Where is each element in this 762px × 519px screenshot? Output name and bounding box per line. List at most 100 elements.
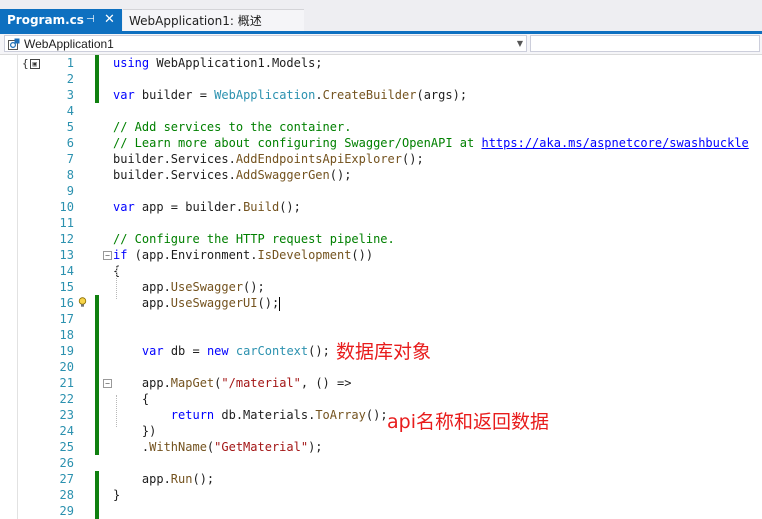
change-marker — [95, 407, 99, 423]
code-line[interactable]: 25 .WithName("GetMaterial"); — [0, 439, 762, 455]
line-number: 18 — [59, 328, 74, 342]
change-marker — [95, 295, 99, 311]
code-text: if (app.Environment.IsDevelopment()) — [113, 248, 374, 262]
code-line[interactable]: 11 — [0, 215, 762, 231]
code-line[interactable]: 7 builder.Services.AddEndpointsApiExplore… — [0, 151, 762, 167]
tab-label: WebApplication1: 概述 — [129, 14, 262, 28]
tab-overview[interactable]: WebApplication1: 概述 — [123, 9, 304, 32]
code-line[interactable]: 17 — [0, 311, 762, 327]
code-line[interactable]: 12 // Configure the HTTP request pipeline… — [0, 231, 762, 247]
project-name: WebApplication1 — [24, 37, 114, 51]
line-number: 10 — [59, 200, 74, 214]
change-marker — [95, 327, 99, 343]
code-text: app.UseSwagger(); — [113, 280, 265, 294]
line-number: 3 — [66, 88, 74, 102]
code-text: var db = new carContext(); — [141, 344, 330, 358]
code-text: builder.Services.AddEndpointsApiExplorer… — [113, 152, 424, 166]
code-line[interactable]: 16 app.UseSwaggerUI(); — [0, 295, 762, 311]
line-number: 23 — [59, 408, 74, 422]
line-number: 21 — [59, 376, 74, 390]
code-text: var app = builder.Build(); — [113, 200, 301, 214]
code-line[interactable]: 9 — [0, 183, 762, 199]
indent-guide — [116, 267, 118, 299]
lightbulb-icon[interactable] — [78, 297, 87, 308]
code-text: return db.Materials.ToArray(); — [170, 408, 388, 422]
document-tab-strip: Program.cs ⊣ ✕ WebApplication1: 概述 — [0, 0, 762, 34]
annotation-db-object: 数据库对象 — [336, 341, 432, 363]
change-marker — [95, 55, 99, 71]
code-line[interactable]: 13 − if (app.Environment.IsDevelopment()) — [0, 247, 762, 263]
code-editor[interactable]: {▣ 1 using WebApplication1.Models; 2 3 var b… — [0, 55, 762, 519]
code-line[interactable]: 24 }) — [0, 423, 762, 439]
code-line[interactable]: 5 // Add services to the container. — [0, 119, 762, 135]
dropdown-arrow-icon: ▼ — [516, 39, 523, 48]
csharp-project-icon — [8, 38, 20, 50]
text-caret — [279, 296, 281, 311]
code-line[interactable]: 28} — [0, 487, 762, 503]
code-text: // Configure the HTTP request pipeline. — [113, 232, 395, 246]
line-number: 12 — [59, 232, 74, 246]
code-line[interactable]: 15 app.UseSwagger(); — [0, 279, 762, 295]
line-number: 19 — [59, 344, 74, 358]
code-line[interactable]: 27 app.Run(); — [0, 471, 762, 487]
line-number: 26 — [59, 456, 74, 470]
code-line[interactable]: 2 — [0, 71, 762, 87]
line-number: 28 — [59, 488, 74, 502]
project-dropdown[interactable]: WebApplication1 ▼ — [4, 35, 527, 52]
line-number: 7 — [66, 152, 74, 166]
tab-program-cs[interactable]: Program.cs ⊣ ✕ — [0, 9, 122, 31]
code-line[interactable]: 21 − app.MapGet("/material", () => — [0, 375, 762, 391]
line-number: 17 — [59, 312, 74, 326]
change-marker — [95, 487, 99, 503]
change-marker — [95, 503, 99, 519]
line-number: 8 — [66, 168, 74, 182]
code-line[interactable]: 26 — [0, 455, 762, 471]
line-number: 13 — [59, 248, 74, 262]
close-icon[interactable]: ✕ — [104, 9, 115, 31]
line-number: 9 — [66, 184, 74, 198]
change-marker — [95, 359, 99, 375]
change-marker — [95, 423, 99, 439]
code-line[interactable]: 8 builder.Services.AddSwaggerGen(); — [0, 167, 762, 183]
code-text: .WithName("GetMaterial"); — [113, 440, 323, 454]
code-line[interactable]: 3 var builder = WebApplication.CreateBuil… — [0, 87, 762, 103]
line-number: 25 — [59, 440, 74, 454]
change-marker — [95, 391, 99, 407]
member-dropdown[interactable] — [530, 35, 760, 52]
code-text: { — [113, 392, 150, 406]
code-line[interactable]: 4 — [0, 103, 762, 119]
pin-icon[interactable]: ⊣ — [86, 9, 95, 31]
change-marker — [95, 343, 99, 359]
code-text: app.MapGet("/material", () => — [113, 376, 352, 390]
code-line[interactable]: 1 using WebApplication1.Models; — [0, 55, 762, 71]
change-marker — [95, 71, 99, 87]
change-marker — [95, 375, 99, 391]
collapse-icon[interactable]: − — [103, 379, 112, 388]
collapse-icon[interactable]: − — [103, 251, 112, 260]
line-number: 24 — [59, 424, 74, 438]
line-number: 14 — [59, 264, 74, 278]
code-text: builder.Services.AddSwaggerGen(); — [113, 168, 352, 182]
code-line[interactable]: 22 { — [0, 391, 762, 407]
code-text: } — [113, 488, 121, 502]
line-number: 16 — [59, 296, 74, 310]
line-number: 5 — [66, 120, 74, 134]
line-number: 20 — [59, 360, 74, 374]
code-text: }) — [113, 424, 157, 438]
line-number: 4 — [66, 104, 74, 118]
tab-label: Program.cs — [7, 13, 84, 27]
code-text: // Learn more about configuring Swagger/… — [113, 136, 749, 150]
code-text: app.UseSwaggerUI(); — [113, 296, 281, 311]
change-marker — [95, 311, 99, 327]
code-line[interactable]: 14{ — [0, 263, 762, 279]
line-number: 1 — [66, 56, 74, 70]
code-line[interactable]: 6 // Learn more about configuring Swagger… — [0, 135, 762, 151]
change-marker — [95, 87, 99, 103]
code-line[interactable]: 10 var app = builder.Build(); — [0, 199, 762, 215]
code-line[interactable]: 29 — [0, 503, 762, 519]
line-number: 15 — [59, 280, 74, 294]
code-line[interactable]: 23 return db.Materials.ToArray(); — [0, 407, 762, 423]
line-number: 11 — [59, 216, 74, 230]
navigation-bar: WebApplication1 ▼ — [0, 34, 762, 55]
change-marker — [95, 471, 99, 487]
